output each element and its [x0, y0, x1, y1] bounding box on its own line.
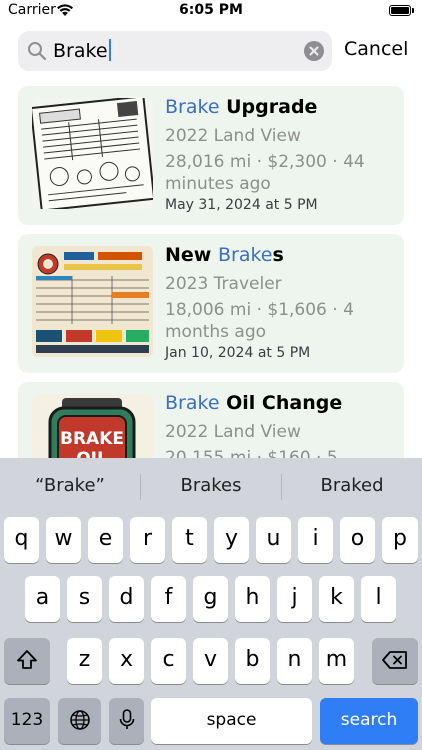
key-e[interactable]: e: [88, 517, 123, 563]
key-y[interactable]: y: [214, 517, 249, 563]
result-title: New Brakes: [165, 244, 284, 266]
suggestion-1[interactable]: “Brake”: [0, 458, 140, 514]
globe-icon: [69, 710, 90, 730]
key-l[interactable]: l: [361, 576, 396, 622]
result-title: Brake Oil Change: [165, 392, 343, 414]
shift-icon: [17, 650, 37, 669]
cancel-button[interactable]: Cancel: [344, 38, 408, 60]
clock: 6:05 PM: [179, 2, 243, 18]
key-i[interactable]: i: [298, 517, 333, 563]
key-a[interactable]: a: [25, 576, 60, 622]
key-k[interactable]: k: [319, 576, 354, 622]
key-g[interactable]: g: [193, 576, 228, 622]
backspace-icon: [382, 651, 407, 669]
result-meta: 28,016 mi · $2,300 · 44 minutes ago: [165, 152, 365, 194]
globe-key[interactable]: [58, 698, 101, 744]
key-t[interactable]: t: [172, 517, 207, 563]
dictation-key[interactable]: [109, 698, 144, 744]
key-q[interactable]: q: [4, 517, 39, 563]
suggestion-2[interactable]: Brakes: [141, 458, 281, 514]
key-c[interactable]: c: [151, 638, 186, 684]
result-vehicle: 2022 Land View: [165, 422, 301, 442]
key-d[interactable]: d: [109, 576, 144, 622]
result-date: May 31, 2024 at 5 PM: [165, 197, 318, 213]
key-u[interactable]: u: [256, 517, 291, 563]
battery-icon: [389, 5, 411, 16]
search-query[interactable]: Brake: [53, 39, 111, 62]
result-vehicle: 2023 Traveler: [165, 274, 282, 294]
result-date: Jan 10, 2024 at 5 PM: [165, 345, 311, 361]
key-m[interactable]: m: [319, 638, 354, 684]
key-h[interactable]: h: [235, 576, 270, 622]
maintenance-log-image: [32, 98, 153, 209]
shift-key[interactable]: [4, 638, 50, 684]
suggestion-3[interactable]: Braked: [282, 458, 422, 514]
key-v[interactable]: v: [193, 638, 228, 684]
search-icon: [28, 42, 47, 61]
result-meta: 18,006 mi · $1,606 · 4 months ago: [165, 300, 354, 342]
result-card[interactable]: New Brakes 2023 Traveler 18,006 mi · $1,…: [18, 234, 404, 373]
result-vehicle: 2022 Land View: [165, 126, 301, 146]
status-bar: Carrier 6:05 PM: [0, 0, 422, 24]
microphone-icon: [119, 709, 134, 729]
numbers-key[interactable]: 123: [4, 698, 50, 744]
search-key[interactable]: search: [320, 698, 418, 744]
key-s[interactable]: s: [67, 576, 102, 622]
key-n[interactable]: n: [277, 638, 312, 684]
key-p[interactable]: p: [382, 517, 418, 563]
text-cursor: [108, 39, 111, 61]
keyboard: “Brake” Brakes Braked q w e r t y u i o …: [0, 458, 422, 750]
key-b[interactable]: b: [235, 638, 270, 684]
key-z[interactable]: z: [67, 638, 102, 684]
key-w[interactable]: w: [46, 517, 81, 563]
key-f[interactable]: f: [151, 576, 186, 622]
battery-tip: [412, 8, 414, 13]
key-j[interactable]: j: [277, 576, 312, 622]
key-o[interactable]: o: [340, 517, 375, 563]
delete-key[interactable]: [372, 638, 418, 684]
result-title: Brake Upgrade: [165, 96, 318, 118]
brake-oil-label: BRAKE: [60, 429, 124, 449]
key-r[interactable]: r: [130, 517, 165, 563]
key-x[interactable]: x: [109, 638, 144, 684]
clear-search-icon[interactable]: [304, 41, 324, 61]
space-key[interactable]: space: [151, 698, 312, 744]
search-input[interactable]: Brake: [18, 31, 332, 71]
service-chart-image: [32, 246, 153, 357]
result-card[interactable]: Brake Upgrade 2022 Land View 28,016 mi ·…: [18, 86, 404, 225]
